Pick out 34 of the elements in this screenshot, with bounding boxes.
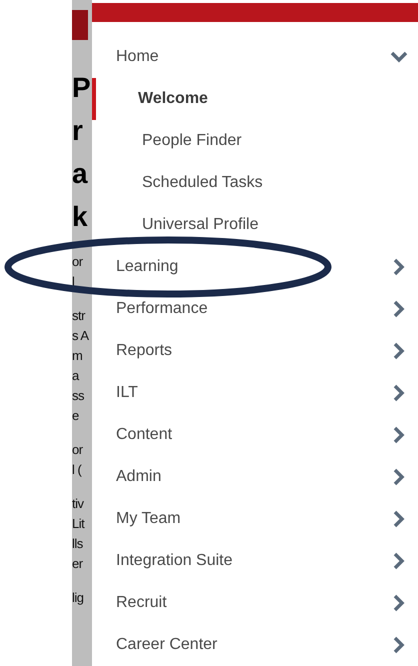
body-text: ss: [72, 387, 85, 405]
menu-item[interactable]: Career Center: [92, 624, 418, 666]
body-text: or: [72, 441, 84, 459]
menu-item[interactable]: Performance: [92, 288, 418, 330]
menu-item[interactable]: Learning: [92, 246, 418, 288]
heading-text: k: [72, 200, 89, 234]
menu-item[interactable]: My Team: [92, 498, 418, 540]
submenu-item[interactable]: Universal Profile: [92, 204, 418, 246]
submenu-item[interactable]: People Finder: [92, 120, 418, 162]
submenu-item[interactable]: Scheduled Tasks: [92, 162, 418, 204]
heading-text: P: [72, 71, 92, 105]
body-text: str: [72, 307, 86, 325]
menu-item[interactable]: Recruit: [92, 582, 418, 624]
menu-item[interactable]: Content: [92, 414, 418, 456]
menu-item[interactable]: Integration Suite: [92, 540, 418, 582]
body-text: l (: [72, 461, 82, 479]
body-text: or: [72, 253, 84, 271]
body-text: lig: [72, 589, 85, 607]
menu-item[interactable]: Reports: [92, 330, 418, 372]
heading-text: r: [72, 114, 84, 148]
body-text: er: [72, 555, 84, 573]
body-text: s A: [72, 327, 90, 345]
menu-item[interactable]: Home: [92, 36, 418, 78]
body-text: e: [72, 407, 80, 425]
body-text: lls: [72, 535, 84, 553]
body-text: tiv: [72, 495, 85, 513]
heading-text: a: [72, 157, 89, 191]
menu-item[interactable]: ILT: [92, 372, 418, 414]
menu-item[interactable]: Admin: [92, 456, 418, 498]
body-text: m: [72, 347, 84, 365]
submenu-item[interactable]: Welcome: [92, 78, 418, 120]
header-bar: [72, 10, 88, 40]
body-text: a: [72, 367, 80, 385]
body-text: Lit: [72, 515, 86, 533]
